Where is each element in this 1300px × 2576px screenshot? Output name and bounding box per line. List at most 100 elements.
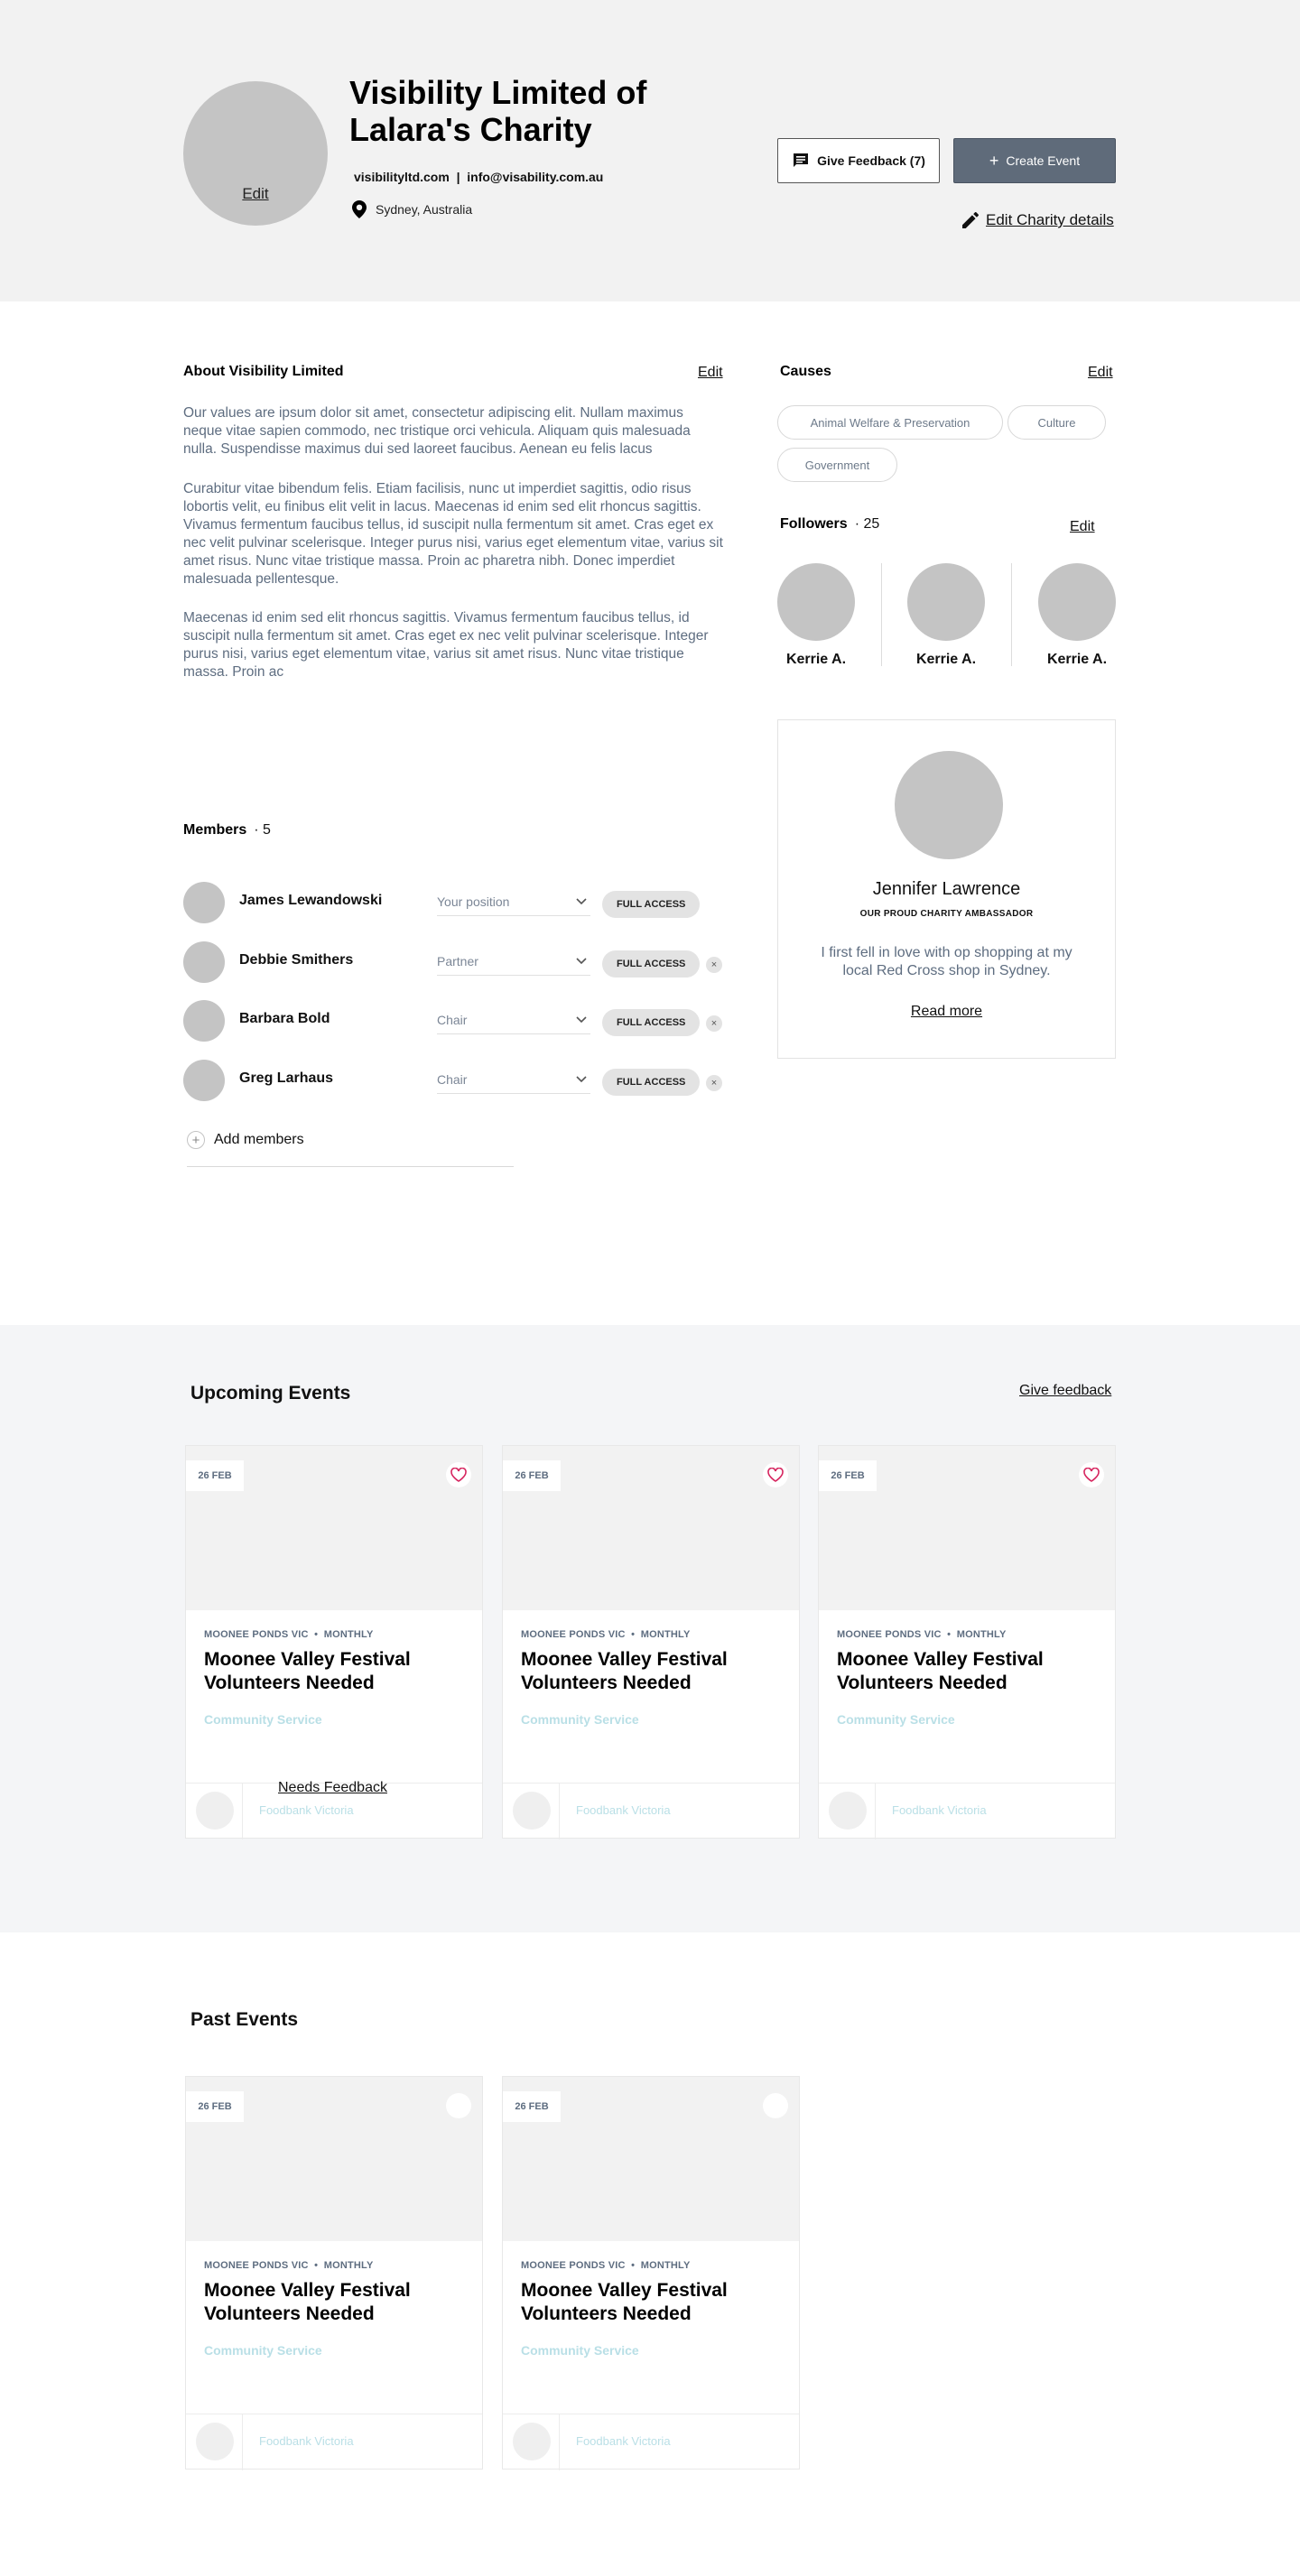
member-row: Debbie Smithers Partner FULL ACCESS × [183, 941, 743, 985]
event-category: Community Service [837, 1712, 955, 1727]
follower-item[interactable]: Kerrie A. [1038, 563, 1116, 668]
event-category: Community Service [204, 1712, 322, 1727]
event-organiser: Foodbank Victoria [503, 1783, 799, 1839]
divider [881, 563, 882, 666]
event-meta: MOONEE PONDS VIC • MONTHLY [204, 1629, 374, 1640]
read-more-link[interactable]: Read more [778, 1004, 1115, 1020]
divider [242, 1784, 243, 1839]
position-select[interactable]: Chair [437, 1005, 590, 1034]
avatar-edit-link[interactable]: Edit [183, 185, 328, 203]
follower-name: Kerrie A. [1046, 652, 1108, 667]
member-name: Barbara Bold [239, 1011, 330, 1026]
event-date: 26 FEB [186, 2091, 244, 2122]
chevron-down-icon [576, 1015, 587, 1023]
organiser-avatar [829, 1792, 867, 1830]
event-card[interactable]: 26 FEB MOONEE PONDS VIC • MONTHLY Moonee… [502, 1445, 800, 1839]
member-name: James Lewandowski [239, 893, 383, 908]
organiser-name: Foodbank Victoria [576, 2434, 671, 2448]
organiser-name: Foodbank Victoria [892, 1803, 987, 1817]
event-card[interactable]: 26 FEB MOONEE PONDS VIC • MONTHLY Moonee… [185, 2076, 483, 2470]
access-badge[interactable]: FULL ACCESS [602, 891, 701, 918]
close-icon[interactable]: × [706, 957, 722, 973]
heart-icon [450, 1468, 467, 1482]
pencil-icon [962, 212, 979, 228]
location-text: Sydney, Australia [376, 202, 473, 217]
event-title: Moonee Valley Festival Volunteers Needed [837, 1649, 1044, 1693]
follower-item[interactable]: Kerrie A. [777, 563, 855, 668]
access-badge[interactable]: FULL ACCESS [602, 1009, 701, 1036]
close-icon[interactable]: × [706, 1015, 722, 1032]
about-paragraph: Maecenas id enim sed elit rhoncus sagitt… [183, 610, 709, 680]
contact-info: visibilityltd.com | info@visability.com.… [354, 170, 604, 184]
followers-count: · 25 [854, 516, 880, 532]
heart-icon [767, 1468, 784, 1482]
event-organiser: Foodbank Victoria [819, 1783, 1115, 1839]
edit-charity-details-label: Edit Charity details [986, 211, 1114, 228]
member-row: James Lewandowski Your position FULL ACC… [183, 882, 743, 925]
event-organiser: Foodbank Victoria [186, 2414, 482, 2470]
access-badge[interactable]: FULL ACCESS [602, 950, 701, 978]
event-title: Moonee Valley Festival Volunteers Needed [204, 2280, 411, 2324]
member-name: Greg Larhaus [239, 1070, 334, 1086]
access-badge[interactable]: FULL ACCESS [602, 1069, 701, 1096]
member-avatar [183, 1000, 225, 1042]
event-title: Moonee Valley Festival Volunteers Needed [521, 1649, 728, 1693]
location: Sydney, Australia [352, 200, 472, 218]
divider [559, 1784, 560, 1839]
follower-avatar [907, 563, 985, 641]
chevron-down-icon [576, 897, 587, 904]
cause-chip: Animal Welfare & Preservation [777, 405, 1003, 440]
create-event-button[interactable]: + Create Event [953, 138, 1116, 183]
needs-feedback-link[interactable]: Needs Feedback [278, 1780, 387, 1796]
event-meta: MOONEE PONDS VIC • MONTHLY [204, 2260, 374, 2271]
position-value: Chair [437, 1071, 468, 1087]
favorite-button[interactable] [1079, 1462, 1104, 1487]
cause-chip: Culture [1008, 405, 1106, 440]
member-avatar [183, 941, 225, 983]
event-card[interactable]: 26 FEB MOONEE PONDS VIC • MONTHLY Moonee… [502, 2076, 800, 2470]
add-members-button[interactable]: + Add members [187, 1131, 304, 1149]
favorite-button[interactable] [763, 2093, 788, 2118]
event-card[interactable]: 26 FEB MOONEE PONDS VIC • MONTHLY Moonee… [818, 1445, 1116, 1839]
chevron-down-icon [576, 957, 587, 964]
position-value: Chair [437, 1012, 468, 1027]
favorite-button[interactable] [446, 2093, 471, 2118]
followers-label: Followers [780, 516, 848, 532]
edit-charity-details-link[interactable]: Edit Charity details [962, 211, 1114, 229]
cause-chip: Government [777, 448, 897, 482]
favorite-button[interactable] [446, 1462, 471, 1487]
member-name: Debbie Smithers [239, 952, 354, 968]
charity-title: Visibility Limited of Lalara's Charity [349, 74, 647, 148]
event-date: 26 FEB [503, 2091, 561, 2122]
member-row: Barbara Bold Chair FULL ACCESS × [183, 1000, 743, 1043]
organiser-name: Foodbank Victoria [259, 2434, 354, 2448]
position-select[interactable]: Your position [437, 887, 590, 916]
position-select[interactable]: Partner [437, 947, 590, 976]
give-feedback-button[interactable]: Give Feedback (7) [777, 138, 940, 183]
chat-bubble-icon [794, 153, 809, 167]
event-meta: MOONEE PONDS VIC • MONTHLY [521, 2260, 691, 2271]
ambassador-card: Jennifer Lawrence OUR PROUD CHARITY AMBA… [777, 719, 1116, 1059]
upcoming-events-heading: Upcoming Events [190, 1383, 351, 1404]
past-events-heading: Past Events [190, 2009, 299, 2030]
followers-edit-link[interactable]: Edit [1070, 519, 1095, 535]
event-meta: MOONEE PONDS VIC • MONTHLY [837, 1629, 1007, 1640]
about-edit-link[interactable]: Edit [698, 365, 723, 381]
follower-item[interactable]: Kerrie A. [907, 563, 985, 668]
plus-icon: + [989, 152, 999, 170]
add-members-label: Add members [214, 1132, 304, 1147]
plus-circle-icon: + [187, 1131, 205, 1149]
close-icon[interactable]: × [706, 1075, 722, 1091]
position-select[interactable]: Chair [437, 1065, 590, 1094]
divider [875, 1784, 876, 1839]
event-date: 26 FEB [819, 1460, 877, 1491]
divider [1011, 563, 1012, 666]
causes-edit-link[interactable]: Edit [1088, 365, 1113, 381]
give-feedback-link[interactable]: Give feedback [1019, 1383, 1111, 1399]
follower-avatar [1038, 563, 1116, 641]
event-meta: MOONEE PONDS VIC • MONTHLY [521, 1629, 691, 1640]
favorite-button[interactable] [763, 1462, 788, 1487]
event-date: 26 FEB [186, 1460, 244, 1491]
organiser-name: Foodbank Victoria [576, 1803, 671, 1817]
members-label: Members [183, 822, 247, 838]
